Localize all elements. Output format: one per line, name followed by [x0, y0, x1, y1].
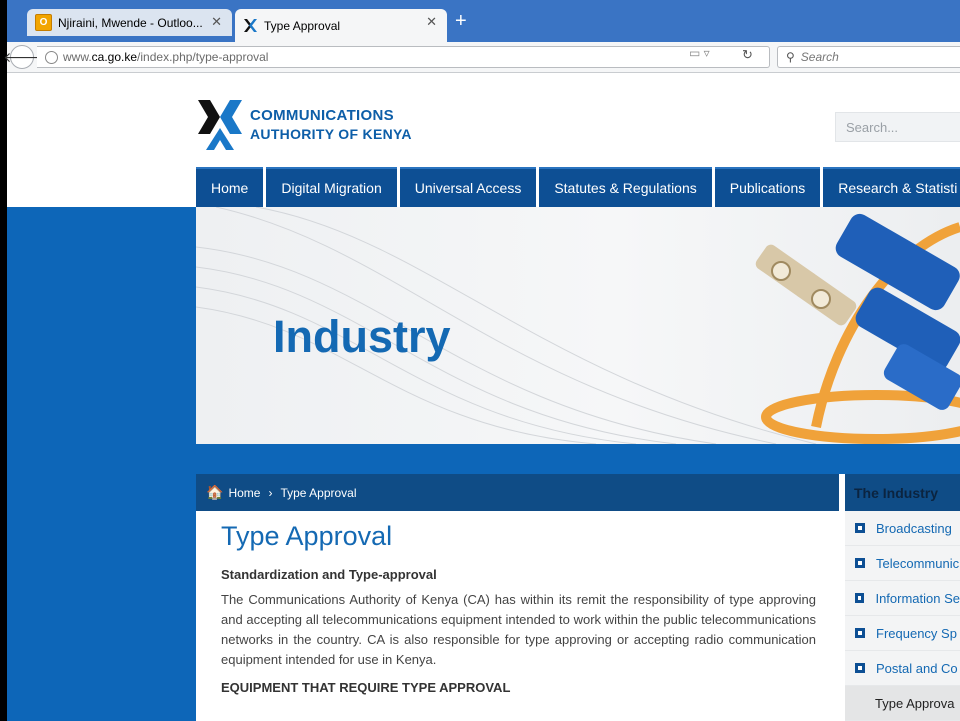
chevron-right-icon: › — [268, 485, 273, 500]
main-navigation: Home Digital Migration Universal Access … — [196, 167, 960, 207]
breadcrumb-current: Type Approval — [280, 485, 357, 500]
window-frame — [0, 0, 7, 721]
back-button[interactable]: 🡐 — [3, 45, 41, 69]
banner-title: Industry — [273, 311, 451, 362]
industry-banner: Industry — [196, 207, 960, 444]
nav-digital-migration[interactable]: Digital Migration — [266, 167, 397, 207]
sidebar-item-label: Frequency Sp — [876, 625, 957, 641]
browser-search-placeholder: Search — [800, 50, 839, 64]
sidebar-item-type-approval[interactable]: Type Approva — [845, 686, 960, 721]
breadcrumb: 🏠 Home › Type Approval — [196, 474, 839, 511]
industry-sidebar: The Industry Broadcasting Telecommunic I… — [845, 474, 960, 721]
bullet-icon — [855, 663, 865, 673]
bullet-icon — [855, 523, 865, 533]
bullet-icon — [855, 558, 865, 568]
url-prefix: www. — [63, 50, 92, 64]
nav-research-statistics[interactable]: Research & Statisti — [823, 167, 960, 207]
tab-label: Type Approval — [264, 18, 341, 33]
web-page: COMMUNICATIONS AUTHORITY OF KENYA Search… — [7, 73, 960, 721]
search-icon: ⚲ — [786, 50, 795, 64]
sidebar-item-frequency-spectrum[interactable]: Frequency Sp — [845, 616, 960, 651]
site-search-input[interactable]: Search... — [835, 112, 960, 142]
sidebar-item-label: Telecommunic — [876, 555, 960, 571]
new-tab-button[interactable]: + — [455, 9, 467, 33]
sidebar-item-postal-courier[interactable]: Postal and Co — [845, 651, 960, 686]
sidebar-title: The Industry — [845, 474, 960, 511]
equipment-heading: EQUIPMENT THAT REQUIRE TYPE APPROVAL — [221, 680, 511, 695]
url-domain: ca.go.ke — [91, 50, 138, 64]
url-path: /index.php/type-approval — [137, 50, 269, 64]
logo-line1: COMMUNICATIONS — [250, 107, 394, 124]
browser-nav-bar: 🡐 www. ca.go.ke/index.php/type-approval ▭… — [3, 42, 960, 73]
nav-publications[interactable]: Publications — [714, 167, 821, 207]
tab-type-approval[interactable]: Type Approval ✕ — [235, 9, 447, 42]
nav-universal-access[interactable]: Universal Access — [399, 167, 537, 207]
breadcrumb-home[interactable]: Home — [228, 486, 260, 500]
bullet-icon — [855, 628, 865, 638]
tab-outlook[interactable]: O Njiraini, Mwende - Outloo... ✕ — [27, 9, 232, 36]
ca-logo-mark — [198, 100, 242, 150]
tab-label: Njiraini, Mwende - Outloo... — [58, 15, 203, 30]
logo-line2: AUTHORITY OF KENYA — [250, 126, 412, 142]
sidebar-item-label: Postal and Co — [876, 660, 958, 676]
globe-icon — [45, 50, 58, 64]
sidebar-item-broadcasting[interactable]: Broadcasting — [845, 511, 960, 546]
main-content: Type Approval Standardization and Type-a… — [221, 521, 816, 695]
section-heading: Standardization and Type-approval — [221, 567, 437, 582]
sidebar-item-telecommunications[interactable]: Telecommunic — [845, 546, 960, 581]
sidebar-item-label: Broadcasting — [876, 520, 952, 536]
sidebar-item-label: Information Se — [875, 590, 960, 606]
sidebar-item-information-security[interactable]: Information Se — [845, 581, 960, 616]
bullet-icon — [855, 593, 865, 603]
background-strip — [196, 444, 960, 474]
home-icon[interactable]: 🏠 — [206, 484, 223, 501]
nav-statutes-regulations[interactable]: Statutes & Regulations — [539, 167, 712, 207]
reload-icon[interactable]: ↻ — [742, 47, 753, 63]
browser-tab-bar: O Njiraini, Mwende - Outloo... ✕ Type Ap… — [7, 0, 960, 42]
back-arrow-icon: 🡐 — [3, 48, 41, 65]
site-logo[interactable]: COMMUNICATIONS AUTHORITY OF KENYA — [196, 95, 412, 155]
intro-paragraph: The Communications Authority of Kenya (C… — [221, 592, 816, 667]
page-title: Type Approval — [221, 521, 393, 551]
close-icon[interactable]: ✕ — [426, 14, 437, 30]
sidebar-title-text: The Industry — [854, 484, 939, 501]
background-band — [7, 207, 196, 721]
ca-kenya-favicon — [243, 18, 258, 33]
nav-home[interactable]: Home — [196, 167, 264, 207]
close-icon[interactable]: ✕ — [211, 14, 222, 30]
browser-search-input[interactable]: ⚲ Search — [777, 46, 960, 68]
outlook-icon: O — [35, 14, 52, 31]
url-bar[interactable]: www. ca.go.ke/index.php/type-approval — [37, 46, 770, 68]
reader-view-icon[interactable]: ▭ ▿ — [689, 46, 710, 60]
